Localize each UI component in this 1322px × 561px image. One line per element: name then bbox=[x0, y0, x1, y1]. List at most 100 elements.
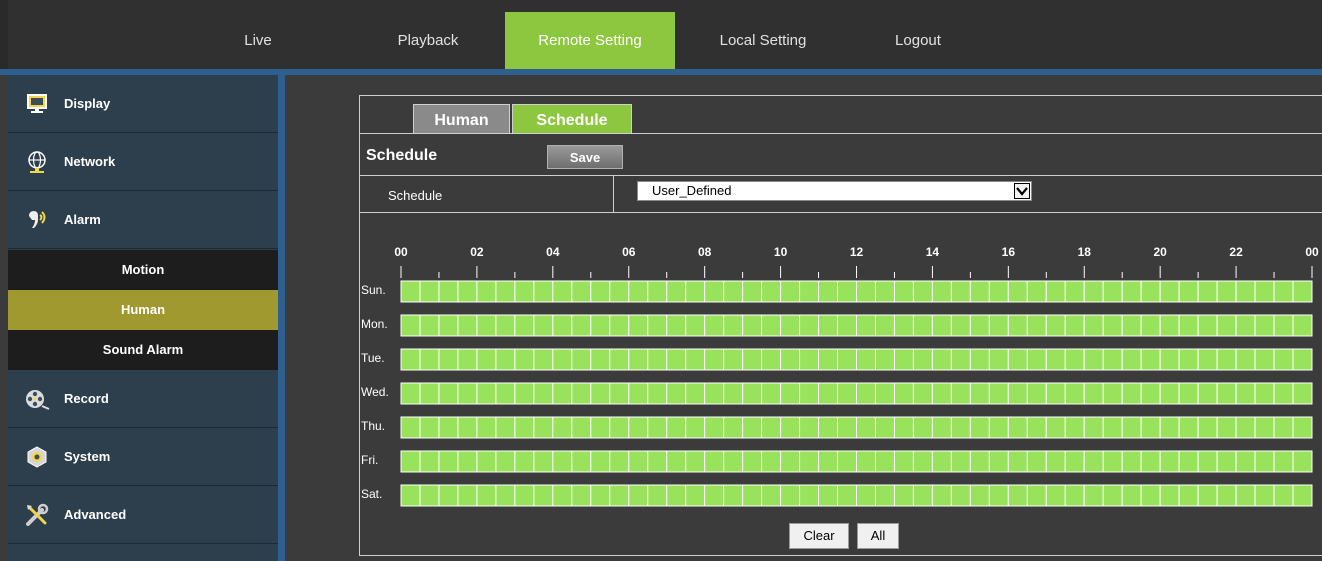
schedule-slot[interactable] bbox=[419, 382, 440, 405]
schedule-slot[interactable] bbox=[552, 382, 573, 405]
schedule-slot[interactable] bbox=[514, 416, 535, 439]
schedule-slot[interactable] bbox=[1102, 416, 1123, 439]
schedule-slot[interactable] bbox=[723, 382, 744, 405]
schedule-slot[interactable] bbox=[969, 314, 990, 337]
schedule-slot[interactable] bbox=[1121, 450, 1142, 473]
schedule-slot[interactable] bbox=[988, 280, 1009, 303]
schedule-slot[interactable] bbox=[685, 450, 706, 473]
schedule-slot[interactable] bbox=[590, 382, 611, 405]
schedule-slot[interactable] bbox=[400, 450, 421, 473]
schedule-slot[interactable] bbox=[818, 484, 839, 507]
schedule-slot[interactable] bbox=[1045, 348, 1066, 371]
schedule-slot[interactable] bbox=[1140, 280, 1161, 303]
schedule-slot[interactable] bbox=[818, 314, 839, 337]
schedule-slot[interactable] bbox=[1083, 450, 1104, 473]
schedule-slot[interactable] bbox=[1007, 484, 1028, 507]
schedule-slot[interactable] bbox=[476, 382, 497, 405]
schedule-slot[interactable] bbox=[799, 382, 820, 405]
schedule-slot[interactable] bbox=[533, 314, 554, 337]
sidebar-item-system[interactable]: System bbox=[8, 428, 278, 486]
schedule-slot[interactable] bbox=[874, 416, 895, 439]
schedule-slot[interactable] bbox=[1197, 348, 1218, 371]
schedule-slot[interactable] bbox=[400, 484, 421, 507]
schedule-slot[interactable] bbox=[628, 348, 649, 371]
schedule-slot[interactable] bbox=[1064, 450, 1085, 473]
schedule-slot[interactable] bbox=[761, 348, 782, 371]
schedule-slot[interactable] bbox=[1254, 382, 1275, 405]
schedule-slot[interactable] bbox=[1045, 280, 1066, 303]
schedule-slot[interactable] bbox=[647, 382, 668, 405]
schedule-slot[interactable] bbox=[1064, 280, 1085, 303]
schedule-slot[interactable] bbox=[1273, 450, 1294, 473]
schedule-slot[interactable] bbox=[495, 314, 516, 337]
schedule-slot[interactable] bbox=[628, 314, 649, 337]
schedule-slot[interactable] bbox=[1026, 314, 1047, 337]
schedule-slot[interactable] bbox=[1254, 314, 1275, 337]
schedule-slot[interactable] bbox=[1216, 280, 1237, 303]
schedule-slot[interactable] bbox=[1045, 450, 1066, 473]
schedule-slot[interactable] bbox=[647, 314, 668, 337]
schedule-slot[interactable] bbox=[837, 416, 858, 439]
sidebar-item-advanced[interactable]: Advanced bbox=[8, 486, 278, 544]
schedule-slot[interactable] bbox=[571, 382, 592, 405]
schedule-slot[interactable] bbox=[590, 484, 611, 507]
schedule-slot[interactable] bbox=[666, 416, 687, 439]
schedule-slot[interactable] bbox=[552, 450, 573, 473]
schedule-slot[interactable] bbox=[400, 348, 421, 371]
schedule-slot[interactable] bbox=[1121, 416, 1142, 439]
schedule-slot[interactable] bbox=[1292, 416, 1313, 439]
schedule-slot[interactable] bbox=[950, 450, 971, 473]
schedule-slot[interactable] bbox=[969, 280, 990, 303]
schedule-slot[interactable] bbox=[742, 348, 763, 371]
schedule-slot[interactable] bbox=[1216, 348, 1237, 371]
schedule-slot[interactable] bbox=[1083, 382, 1104, 405]
schedule-slot[interactable] bbox=[400, 416, 421, 439]
schedule-slot[interactable] bbox=[1178, 314, 1199, 337]
schedule-slot[interactable] bbox=[666, 382, 687, 405]
schedule-slot[interactable] bbox=[1178, 484, 1199, 507]
schedule-slot[interactable] bbox=[571, 348, 592, 371]
schedule-slot[interactable] bbox=[1273, 484, 1294, 507]
schedule-slot[interactable] bbox=[1121, 280, 1142, 303]
schedule-slot[interactable] bbox=[590, 280, 611, 303]
schedule-slot[interactable] bbox=[893, 314, 914, 337]
schedule-grid[interactable] bbox=[360, 96, 1322, 516]
schedule-slot[interactable] bbox=[1083, 314, 1104, 337]
schedule-slot[interactable] bbox=[571, 416, 592, 439]
schedule-slot[interactable] bbox=[1235, 450, 1256, 473]
schedule-slot[interactable] bbox=[419, 416, 440, 439]
schedule-slot[interactable] bbox=[874, 382, 895, 405]
schedule-slot[interactable] bbox=[685, 280, 706, 303]
sidebar-subitem-sound-alarm[interactable]: Sound Alarm bbox=[8, 330, 278, 370]
schedule-slot[interactable] bbox=[912, 450, 933, 473]
schedule-slot[interactable] bbox=[856, 280, 876, 303]
schedule-slot[interactable] bbox=[666, 314, 687, 337]
schedule-slot[interactable] bbox=[438, 484, 459, 507]
schedule-slot[interactable] bbox=[1235, 314, 1256, 337]
schedule-slot[interactable] bbox=[969, 484, 990, 507]
schedule-slot[interactable] bbox=[590, 416, 611, 439]
schedule-slot[interactable] bbox=[1197, 484, 1218, 507]
schedule-slot[interactable] bbox=[988, 314, 1009, 337]
schedule-slot[interactable] bbox=[1216, 450, 1237, 473]
schedule-slot[interactable] bbox=[893, 382, 914, 405]
schedule-slot[interactable] bbox=[912, 280, 933, 303]
schedule-slot[interactable] bbox=[912, 416, 933, 439]
schedule-slot[interactable] bbox=[931, 280, 952, 303]
schedule-slot[interactable] bbox=[742, 280, 763, 303]
schedule-slot[interactable] bbox=[609, 348, 630, 371]
schedule-slot[interactable] bbox=[723, 484, 744, 507]
schedule-slot[interactable] bbox=[609, 314, 630, 337]
schedule-slot[interactable] bbox=[1102, 484, 1123, 507]
schedule-slot[interactable] bbox=[533, 416, 554, 439]
schedule-slot[interactable] bbox=[704, 416, 725, 439]
schedule-slot[interactable] bbox=[1273, 416, 1294, 439]
schedule-slot[interactable] bbox=[912, 484, 933, 507]
schedule-slot[interactable] bbox=[552, 416, 573, 439]
schedule-slot[interactable] bbox=[647, 484, 668, 507]
schedule-slot[interactable] bbox=[1140, 348, 1161, 371]
schedule-slot[interactable] bbox=[931, 450, 952, 473]
sidebar-item-network[interactable]: Network bbox=[8, 133, 278, 191]
schedule-slot[interactable] bbox=[571, 280, 592, 303]
schedule-slot[interactable] bbox=[704, 280, 725, 303]
